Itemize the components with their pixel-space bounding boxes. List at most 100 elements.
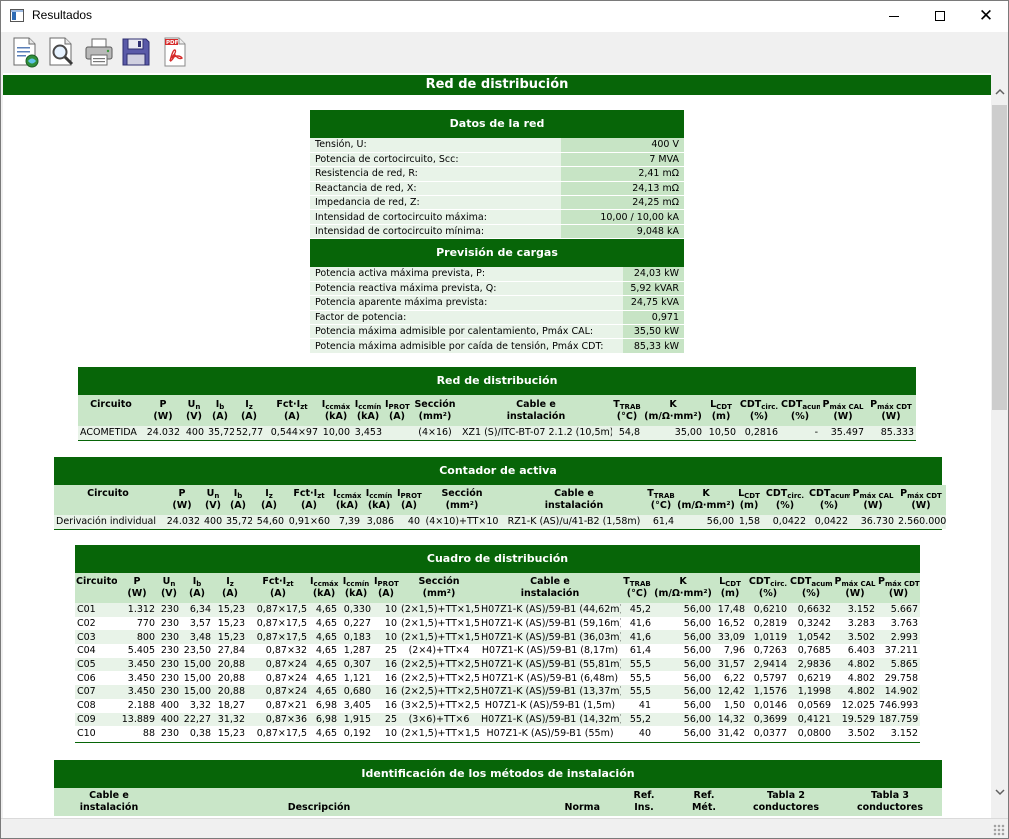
cell-pcal: 4.802 — [833, 685, 877, 699]
cell-un: 230 — [157, 630, 181, 645]
cell-pcdt: 2.560.000 — [896, 515, 946, 529]
prevision-row: Potencia máxima admisible por caída de t… — [310, 338, 684, 354]
field-label: Potencia de cortocircuito, Scc: — [310, 152, 562, 168]
contador-col-iprot: IPROT (A) — [396, 485, 422, 515]
cell-lcdt: 14,32 — [713, 712, 747, 727]
table-row: ACOMETIDA 24.032 400 35,72 52,77 0,544×97 10,0… — [78, 426, 916, 440]
maximize-button[interactable] — [917, 1, 963, 32]
status-bar — [1, 818, 1008, 838]
cell-iccmin: 3,086 — [362, 515, 396, 529]
cell-iprot: 16 — [373, 685, 399, 699]
cell-cable: H07Z1-K (AS)/59-B1 (59,16m) — [479, 616, 621, 631]
report-view[interactable]: Red de distribución Datos de la red Tens… — [3, 73, 991, 818]
cell-ttrab: 40 — [621, 726, 653, 740]
report-button[interactable] — [9, 36, 41, 68]
cell-k: 56,00 — [653, 671, 713, 686]
cell-fct: 0,87×17,5 — [247, 616, 309, 631]
prevision-row: Potencia activa máxima prevista, P: 24,03… — [310, 267, 684, 282]
cell-seccion: (3×6)+TT×6 — [399, 712, 479, 727]
red-col-cdtc: CDTcirc. (%) — [738, 395, 780, 426]
cell-pcdt: 187.759 — [877, 712, 920, 727]
scroll-down-button[interactable] — [991, 785, 1008, 802]
cell-pcdt: 2.993 — [877, 630, 920, 645]
cell-un: 230 — [157, 685, 181, 699]
cell-seccion: (3×2,5)+TT×2,5 — [399, 698, 479, 713]
close-icon: ✕ — [978, 6, 994, 26]
prevision-row: Potencia aparente máxima prevista: 24,75 … — [310, 295, 684, 311]
cell-ib: 15,00 — [181, 657, 213, 672]
scroll-thumb[interactable] — [992, 105, 1007, 410]
contador-col-ib: Ib (A) — [224, 485, 252, 515]
print-preview-button[interactable] — [45, 36, 77, 68]
cell-cdtc: 0,2816 — [738, 426, 780, 440]
cell-seccion: (2×2,5)+TT×2,5 — [399, 685, 479, 699]
vertical-scrollbar[interactable] — [991, 73, 1008, 818]
cell-circuito: C10 — [75, 726, 117, 740]
minimize-button[interactable] — [871, 1, 917, 32]
chevron-down-icon — [994, 789, 1005, 796]
close-button[interactable]: ✕ — [963, 1, 1008, 32]
red-col-ib: Ib (A) — [206, 395, 234, 426]
print-button[interactable] — [83, 36, 115, 68]
cell-ttrab: 55,5 — [621, 657, 653, 672]
cell-iccmax: 10,00 — [320, 426, 352, 440]
cell-p: 3.450 — [117, 671, 157, 686]
field-label: Potencia máxima admisible por calentamie… — [310, 324, 623, 340]
title-bar[interactable]: Resultados ✕ — [1, 1, 1008, 32]
cell-cdtc: 0,3699 — [747, 712, 789, 727]
cell-iz: 18,27 — [213, 698, 247, 713]
field-label: Impedancia de red, Z: — [310, 195, 562, 211]
cell-un: 230 — [157, 671, 181, 686]
save-button[interactable] — [120, 36, 152, 68]
cell-iprot — [384, 426, 410, 440]
red-col-iprot: IPROT (A) — [384, 395, 410, 426]
cell-iccmax: 4,65 — [309, 657, 339, 672]
cell-lcdt: 17,48 — [713, 603, 747, 617]
ident-col-descripcion: Descripción — [164, 788, 474, 816]
cell-cable: H07Z1-K (AS)/59-B1 (44,62m) — [479, 603, 621, 617]
datos-row: Resistencia de red, R: 2,41 mΩ — [310, 166, 684, 182]
cell-iprot: 10 — [373, 630, 399, 645]
cell-cable: RZ1-K (AS)/u/41-B2 (1,58m) — [502, 515, 646, 529]
cell-circuito: C01 — [75, 603, 117, 617]
contador-col-un: Un (V) — [202, 485, 224, 515]
cell-lcdt: 16,52 — [713, 616, 747, 631]
cell-seccion: (2×1,5)+TT×1,5 — [399, 616, 479, 631]
red-col-cable: Cable e instalación — [460, 395, 612, 426]
cell-cdtc: 0,0422 — [762, 515, 808, 529]
table-row: Derivación individual 24.032 400 35,72 54,60… — [54, 515, 946, 529]
cell-ttrab: 55,5 — [621, 671, 653, 686]
red-col-iz: Iz (A) — [234, 395, 264, 426]
cell-pcdt: 37.211 — [877, 644, 920, 658]
cell-iccmin: 0,192 — [339, 726, 373, 740]
cell-pcal: 19.529 — [833, 712, 877, 727]
resize-grip-icon[interactable] — [993, 824, 1005, 836]
table-row: C01 1.312 230 6,34 15,23 0,87×17,5 4,65 0,330 10… — [75, 603, 920, 617]
cell-ib: 15,00 — [181, 671, 213, 686]
datos-row: Impedancia de red, Z: 24,25 mΩ — [310, 195, 684, 211]
scroll-up-button[interactable] — [991, 85, 1008, 102]
cell-cdta: 0,3242 — [789, 616, 833, 631]
cell-fct: 0,91×60 — [286, 515, 332, 529]
cell-cable: H07Z1-K (AS)/59-B1 (1,5m) — [479, 698, 621, 713]
prevision-table: Potencia activa máxima prevista, P: 24,03… — [310, 267, 684, 354]
cell-lcdt: 7,96 — [713, 644, 747, 658]
cell-k: 56,00 — [653, 603, 713, 617]
field-value: 10,00 / 10,00 kA — [561, 209, 684, 225]
cuadro-col-ttrab: TTRAB (°C) — [621, 573, 653, 603]
cell-ttrab: 41,6 — [621, 630, 653, 645]
cell-circuito: C03 — [75, 630, 117, 645]
cell-iprot: 25 — [373, 644, 399, 658]
cell-cable: XZ1 (S)/ITC-BT-07 2.1.2 (10,5m) — [460, 426, 612, 440]
cell-p: 800 — [117, 630, 157, 645]
cell-cdta: 0,4121 — [789, 712, 833, 727]
export-pdf-button[interactable]: PDF — [159, 36, 191, 68]
cell-ttrab: 54,8 — [612, 426, 642, 440]
field-value: 24,25 mΩ — [561, 195, 684, 211]
cell-iccmin: 0,183 — [339, 630, 373, 645]
field-label: Resistencia de red, R: — [310, 166, 562, 182]
cell-iz: 20,88 — [213, 671, 247, 686]
cell-seccion: (2×4)+TT×4 — [399, 644, 479, 658]
table-row: C04 5.405 230 23,50 27,84 0,87×32 4,65 1,287 25(… — [75, 644, 920, 658]
cell-circuito: Derivación individual — [54, 515, 162, 529]
